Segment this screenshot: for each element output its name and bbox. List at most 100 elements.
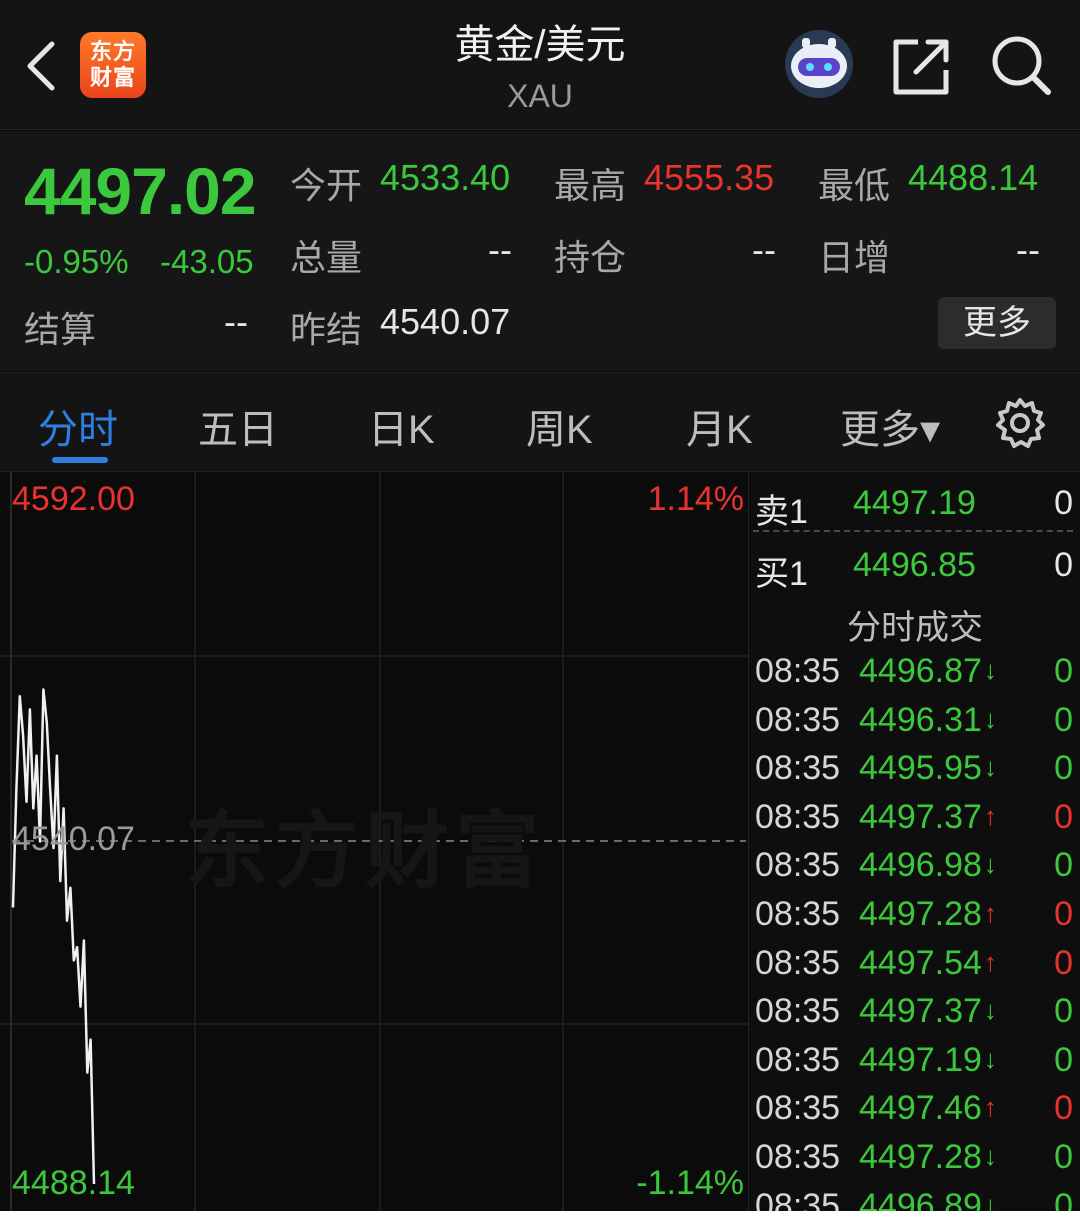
trade-time: 08:35 xyxy=(755,749,841,788)
trade-price: 4496.31↓ xyxy=(859,700,997,739)
trade-price: 4496.98↓ xyxy=(859,846,997,885)
back-arrow-icon[interactable] xyxy=(22,38,62,94)
low-value: 4488.14 xyxy=(908,157,1039,198)
intraday-chart[interactable]: 东方财富 4592.00 1.14% 4540.07 4488.14 -1.14… xyxy=(0,472,748,1211)
down-arrow-icon: ↓ xyxy=(983,752,997,783)
app-logo[interactable]: 东方 财富 xyxy=(80,32,146,98)
down-arrow-icon: ↓ xyxy=(983,849,997,880)
top-bar: 东方 财富 黄金/美元 XAU xyxy=(0,0,1080,130)
trade-row: 08:35 4496.31↓ 0 xyxy=(749,701,1080,749)
trade-time: 08:35 xyxy=(755,1089,841,1128)
last-price: 4497.02 xyxy=(24,154,257,228)
open-label: 今开 xyxy=(290,165,363,206)
settle-value: -- xyxy=(224,301,248,342)
trade-qty: 0 xyxy=(1054,992,1073,1031)
trade-qty: 0 xyxy=(1054,1186,1073,1211)
trade-qty: 0 xyxy=(1054,846,1073,885)
active-tab-indicator xyxy=(52,457,108,463)
trade-price: 4497.19↓ xyxy=(859,1040,997,1079)
price-line xyxy=(11,688,96,1185)
buy-1-row[interactable]: 买1 4496.85 0 xyxy=(749,536,1080,593)
pct-max-label: 1.14% xyxy=(647,480,744,518)
trade-qty: 0 xyxy=(1054,1040,1073,1079)
trades-title: 分时成交 xyxy=(847,609,983,647)
quote-panel: 4497.02 -0.95% -43.05 今开 4533.40 最高 4555… xyxy=(0,131,1080,371)
trade-time: 08:35 xyxy=(755,1040,841,1079)
volume-value: -- xyxy=(488,229,512,270)
trade-qty: 0 xyxy=(1054,1089,1073,1128)
up-arrow-icon: ↑ xyxy=(983,1092,997,1123)
down-arrow-icon: ↓ xyxy=(983,1141,997,1171)
trade-qty: 0 xyxy=(1054,895,1073,933)
tab-more[interactable]: 更多▾ xyxy=(840,397,940,455)
trade-time: 08:35 xyxy=(755,846,841,885)
down-arrow-icon: ↓ xyxy=(983,655,997,685)
trade-qty: 0 xyxy=(1054,749,1073,788)
daily-change-label: 日增 xyxy=(818,237,891,278)
volume-label: 总量 xyxy=(290,237,363,278)
pct-min-label: -1.14% xyxy=(636,1164,744,1202)
logo-text-bottom: 财富 xyxy=(89,65,136,90)
open-interest-label: 持仓 xyxy=(554,237,627,278)
trade-price: 4497.46↑ xyxy=(859,1089,997,1128)
trade-qty: 0 xyxy=(1054,1138,1073,1176)
buy-1-qty: 0 xyxy=(1054,546,1073,584)
prev-settle-value: 4540.07 xyxy=(380,301,511,342)
buy-1-label: 买1 xyxy=(755,555,808,593)
tab-intraday[interactable]: 分时 xyxy=(38,397,118,455)
trade-price: 4497.28↓ xyxy=(859,1138,997,1176)
share-icon[interactable] xyxy=(892,36,952,96)
up-arrow-icon: ↑ xyxy=(983,898,997,928)
trade-row: 08:35 4497.28↑ 0 xyxy=(749,895,1080,943)
trade-row: 08:35 4497.19↓ 0 xyxy=(749,1041,1080,1089)
trade-time: 08:35 xyxy=(755,1186,841,1211)
trade-price: 4496.89↓ xyxy=(859,1187,997,1211)
trade-qty: 0 xyxy=(1054,797,1073,836)
trade-row: 08:35 4497.54↑ 0 xyxy=(749,944,1080,992)
watermark: 东方财富 xyxy=(185,804,546,898)
order-book-divider xyxy=(753,530,1073,532)
down-arrow-icon: ↓ xyxy=(983,1043,997,1074)
tab-daily-k[interactable]: 日K xyxy=(368,397,435,455)
trade-time: 08:35 xyxy=(755,700,841,739)
trade-time: 08:35 xyxy=(755,992,841,1031)
trade-qty: 0 xyxy=(1054,943,1073,982)
change-percent: -0.95% xyxy=(24,243,129,280)
sell-1-price: 4497.19 xyxy=(853,484,976,522)
trade-time: 08:35 xyxy=(755,1138,841,1176)
settle-label: 结算 xyxy=(24,309,97,350)
search-icon[interactable] xyxy=(990,34,1052,96)
sell-1-row[interactable]: 卖1 4497.19 0 xyxy=(749,474,1080,531)
up-arrow-icon: ↑ xyxy=(983,800,997,831)
trade-price: 4495.95↓ xyxy=(859,749,997,788)
order-book-panel: 卖1 4497.19 0 买1 4496.85 0 分时成交 08:35 4496… xyxy=(748,472,1080,1211)
tab-weekly-k[interactable]: 周K xyxy=(526,397,593,455)
change-amount: -43.05 xyxy=(160,243,254,280)
trade-time: 08:35 xyxy=(755,652,841,690)
more-quote-button[interactable]: 更多 xyxy=(938,297,1056,349)
chart-period-tabs: 分时 五日 日K 周K 月K 更多▾ xyxy=(0,372,1080,472)
trade-time: 08:35 xyxy=(755,943,841,982)
trade-row: 08:35 4497.37↑ 0 xyxy=(749,798,1080,846)
down-arrow-icon: ↓ xyxy=(983,703,997,734)
high-label: 最高 xyxy=(554,165,627,206)
page-subtitle: XAU xyxy=(507,78,573,114)
assistant-robot-icon[interactable] xyxy=(782,28,856,100)
trade-row: 08:35 4496.89↓ 0 xyxy=(749,1187,1080,1211)
tab-monthly-k[interactable]: 月K xyxy=(686,397,753,455)
y-axis-min-label: 4488.14 xyxy=(12,1164,135,1202)
tab-five-day[interactable]: 五日 xyxy=(198,397,278,455)
settings-gear-icon[interactable] xyxy=(994,397,1046,449)
trade-price: 4497.28↑ xyxy=(859,895,997,933)
down-arrow-icon: ↓ xyxy=(983,995,997,1026)
trade-price: 4497.37↑ xyxy=(859,797,997,836)
up-arrow-icon: ↑ xyxy=(983,946,997,977)
y-axis-max-label: 4592.00 xyxy=(12,480,135,518)
trade-row: 08:35 4496.98↓ 0 xyxy=(749,846,1080,894)
trade-row: 08:35 4495.95↓ 0 xyxy=(749,749,1080,797)
low-label: 最低 xyxy=(818,165,891,206)
prev-settle-label: 昨结 xyxy=(290,309,363,350)
trade-time: 08:35 xyxy=(755,895,841,933)
daily-change-value: -- xyxy=(1016,229,1040,270)
trade-time: 08:35 xyxy=(755,797,841,836)
